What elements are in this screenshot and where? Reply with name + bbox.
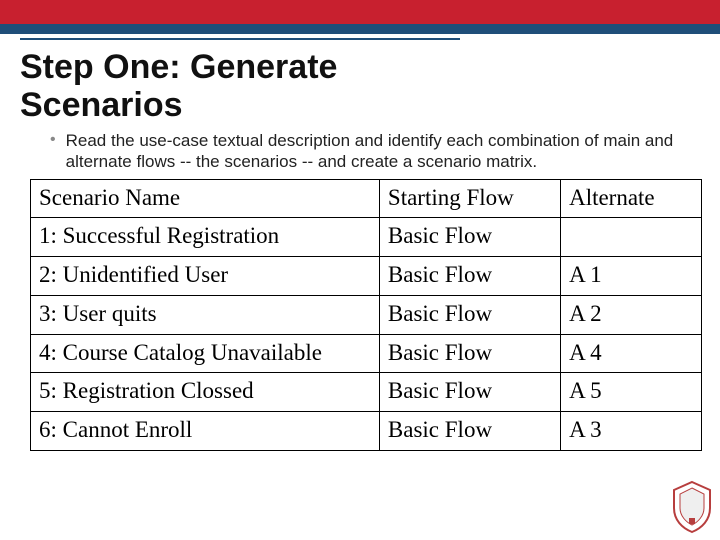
cell-name: 6: Cannot Enroll bbox=[31, 412, 380, 451]
bullet-dot-icon: • bbox=[50, 130, 56, 173]
table-row: 4: Course Catalog Unavailable Basic Flow… bbox=[31, 334, 702, 373]
cell-name: 3: User quits bbox=[31, 295, 380, 334]
cell-starting: Basic Flow bbox=[379, 334, 560, 373]
title-line-1: Step One: Generate bbox=[20, 48, 337, 86]
cell-alternate bbox=[561, 218, 702, 257]
table-row: 1: Successful Registration Basic Flow bbox=[31, 218, 702, 257]
cell-alternate: A 4 bbox=[561, 334, 702, 373]
table-row: 6: Cannot Enroll Basic Flow A 3 bbox=[31, 412, 702, 451]
header-starting-flow: Starting Flow bbox=[379, 179, 560, 218]
bullet-item: • Read the use-case textual description … bbox=[50, 130, 690, 173]
header-scenario-name: Scenario Name bbox=[31, 179, 380, 218]
table-header-row: Scenario Name Starting Flow Alternate bbox=[31, 179, 702, 218]
institution-logo-icon bbox=[670, 480, 714, 534]
title-line-2: Scenarios bbox=[20, 86, 183, 124]
header-alternate: Alternate bbox=[561, 179, 702, 218]
table-row: 3: User quits Basic Flow A 2 bbox=[31, 295, 702, 334]
scenario-table: Scenario Name Starting Flow Alternate 1:… bbox=[30, 179, 702, 451]
cell-alternate: A 1 bbox=[561, 257, 702, 296]
slide-title: Step One: Generate Scenarios bbox=[20, 48, 720, 124]
cell-name: 5: Registration Clossed bbox=[31, 373, 380, 412]
cell-starting: Basic Flow bbox=[379, 373, 560, 412]
banner-stripe bbox=[0, 24, 720, 34]
cell-starting: Basic Flow bbox=[379, 257, 560, 296]
cell-starting: Basic Flow bbox=[379, 412, 560, 451]
cell-alternate: A 5 bbox=[561, 373, 702, 412]
slide-banner bbox=[0, 0, 720, 34]
cell-starting: Basic Flow bbox=[379, 218, 560, 257]
cell-alternate: A 2 bbox=[561, 295, 702, 334]
banner-underline bbox=[20, 38, 460, 40]
scenario-matrix: Scenario Name Starting Flow Alternate 1:… bbox=[30, 179, 702, 451]
cell-alternate: A 3 bbox=[561, 412, 702, 451]
bullet-text: Read the use-case textual description an… bbox=[66, 130, 690, 173]
cell-name: 4: Course Catalog Unavailable bbox=[31, 334, 380, 373]
table-row: 2: Unidentified User Basic Flow A 1 bbox=[31, 257, 702, 296]
bullet-list: • Read the use-case textual description … bbox=[50, 130, 690, 173]
cell-name: 2: Unidentified User bbox=[31, 257, 380, 296]
cell-name: 1: Successful Registration bbox=[31, 218, 380, 257]
table-row: 5: Registration Clossed Basic Flow A 5 bbox=[31, 373, 702, 412]
cell-starting: Basic Flow bbox=[379, 295, 560, 334]
